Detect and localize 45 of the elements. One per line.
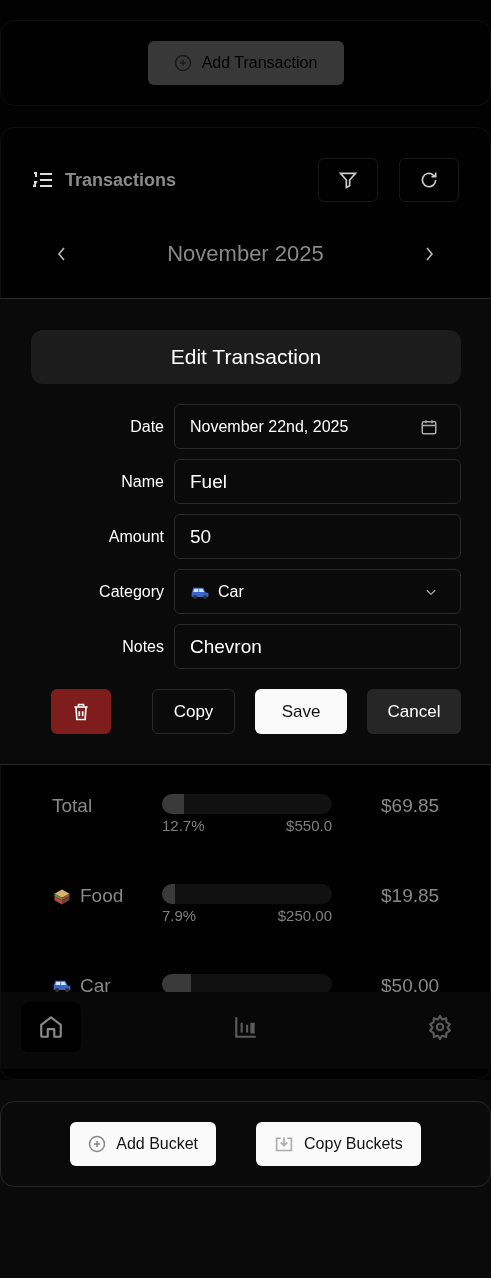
refresh-icon: [419, 170, 439, 190]
dialog-title: Edit Transaction: [31, 330, 461, 384]
filter-icon: [338, 170, 358, 190]
date-field[interactable]: November 22nd, 2025: [174, 404, 461, 449]
bar-chart-icon: [232, 1014, 259, 1040]
percent-label: 7.9%: [162, 907, 197, 924]
field-label: Category: [98, 582, 164, 601]
text-field[interactable]: 50: [174, 514, 461, 559]
add-bucket-button[interactable]: Add Bucket: [70, 1122, 217, 1166]
copy-buckets-button[interactable]: Copy Buckets: [256, 1122, 421, 1166]
home-icon: [38, 1014, 64, 1040]
settings-icon: [427, 1014, 453, 1040]
chevron-right-icon: [424, 247, 434, 261]
save-button[interactable]: Save: [255, 689, 347, 734]
copy-button[interactable]: Copy: [152, 689, 235, 734]
spent-amount: $69.85: [380, 794, 441, 817]
download-tray-icon: [274, 1135, 295, 1153]
filter-button[interactable]: [318, 158, 378, 202]
refresh-button[interactable]: [399, 158, 459, 202]
plus-circle-icon: [88, 1135, 107, 1153]
field-label: Amount: [107, 527, 164, 546]
text-field[interactable]: Fuel: [174, 459, 461, 504]
cancel-button[interactable]: Cancel: [367, 689, 461, 734]
bucket-name: Total: [52, 795, 93, 817]
plus-circle-icon: [173, 54, 192, 72]
calendar-icon: [420, 417, 438, 436]
category-select[interactable]: Car: [174, 569, 461, 614]
field-label: Date: [129, 417, 164, 436]
delete-button[interactable]: [51, 689, 111, 734]
nav-tab[interactable]: [21, 1002, 81, 1052]
budget-amount: $250.00: [277, 907, 332, 924]
trash-icon: [71, 701, 91, 722]
month-label: November 2025: [167, 241, 324, 267]
section-title: Transactions: [65, 169, 177, 191]
spent-amount: $19.85: [380, 884, 441, 907]
text-field[interactable]: Chevron: [174, 624, 461, 669]
food-icon: [52, 887, 72, 907]
field-label: Notes: [121, 637, 164, 656]
bucket-name: Car: [80, 975, 111, 992]
chevron-left-icon: [57, 247, 67, 261]
bucket-name: Food: [80, 885, 124, 907]
field-label: Name: [120, 472, 164, 491]
percent-label: 12.7%: [162, 817, 205, 834]
numbered-list-icon: [33, 172, 53, 188]
budget-amount: $550.0: [286, 817, 332, 834]
